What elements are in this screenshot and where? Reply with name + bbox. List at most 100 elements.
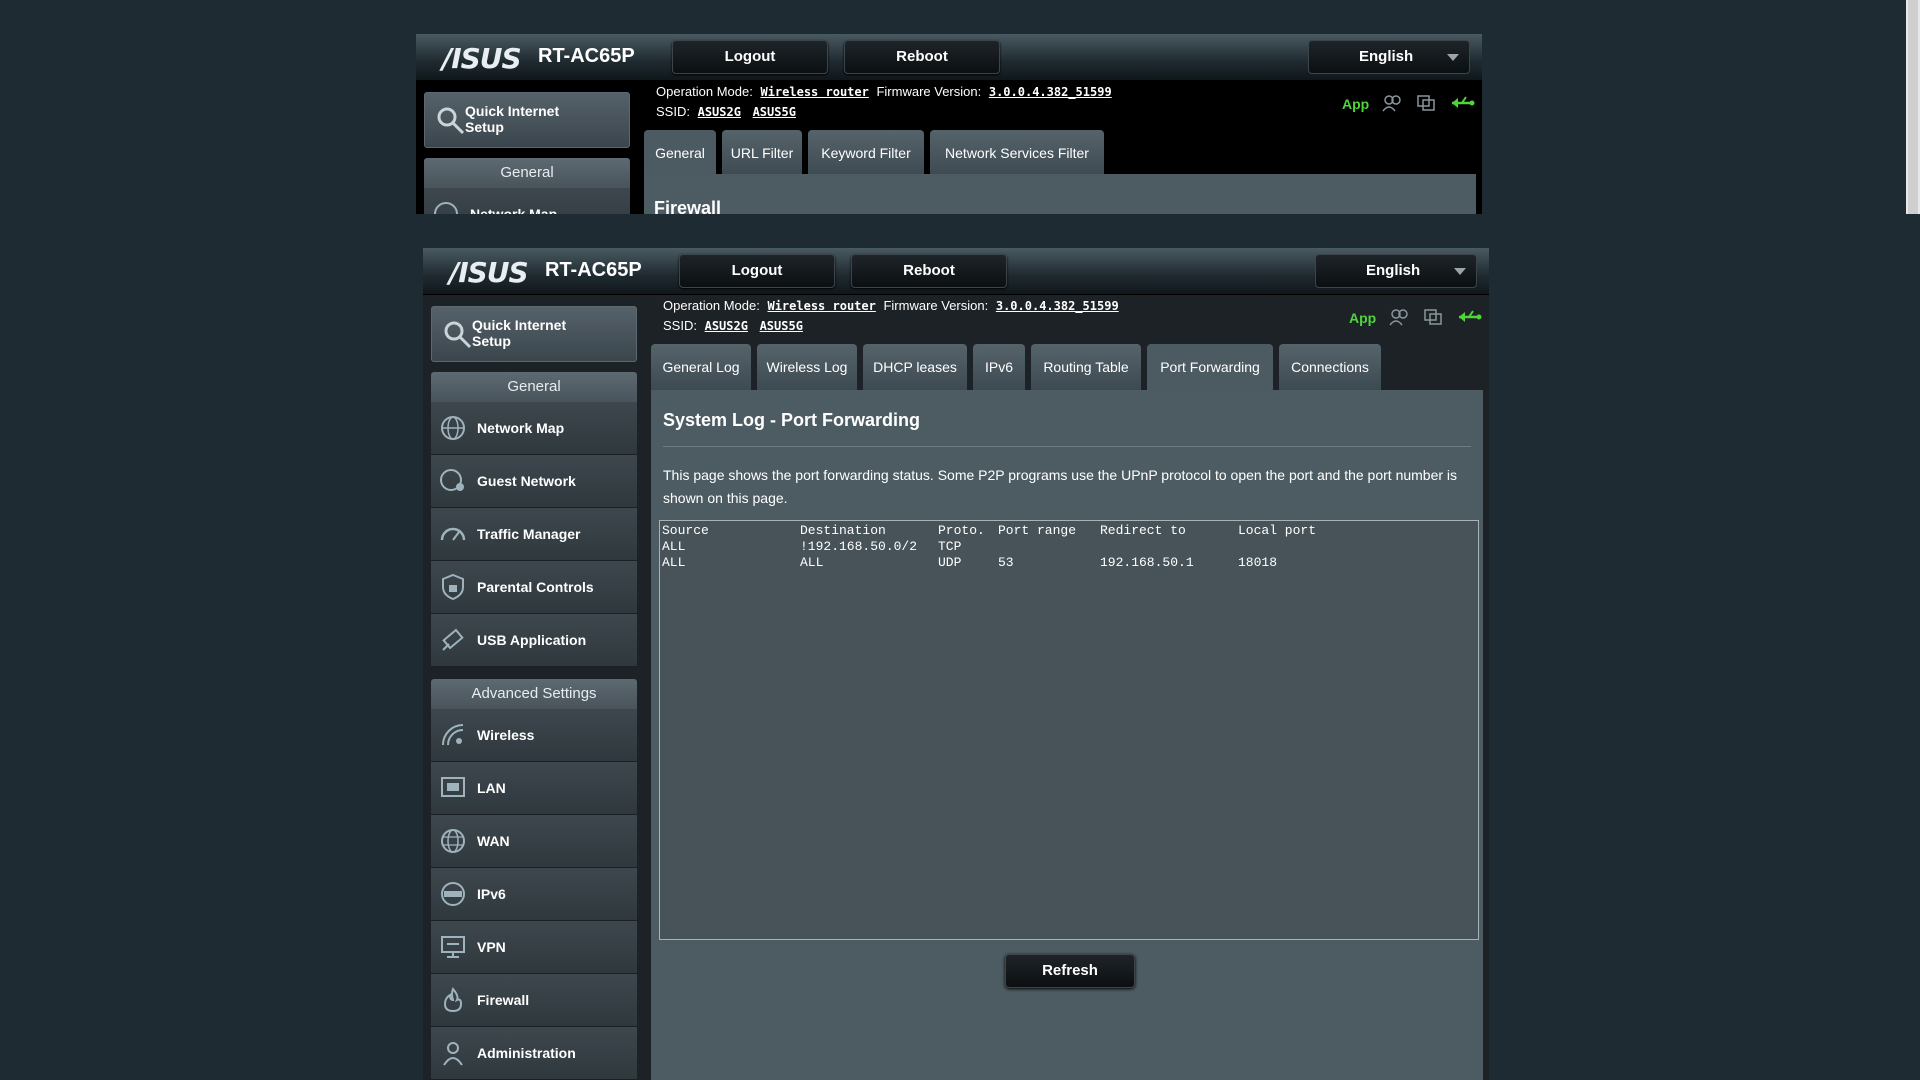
sidebar: Quick Internet Setup General Network Map bbox=[424, 92, 630, 214]
tab-routing-table[interactable]: Routing Table bbox=[1031, 344, 1141, 390]
sidebar-item-guest-network[interactable]: Guest Network bbox=[431, 455, 637, 508]
sidebar: Quick Internet Setup General Network Map… bbox=[431, 306, 637, 1080]
cell-port-range: 53 bbox=[998, 555, 1014, 570]
refresh-button[interactable]: Refresh bbox=[1005, 954, 1135, 988]
firmware-link[interactable]: 3.0.0.4.382_51599 bbox=[996, 299, 1119, 313]
tab-wireless-log[interactable]: Wireless Log bbox=[757, 344, 857, 390]
usb-icon[interactable] bbox=[1457, 308, 1483, 326]
cell-redirect-to: 192.168.50.1 bbox=[1100, 555, 1194, 570]
asus-logo: /ISUS bbox=[449, 256, 529, 289]
fire-icon bbox=[443, 987, 463, 1013]
header-proto: Proto. bbox=[938, 523, 985, 538]
sidebar-item-firewall[interactable]: Firewall bbox=[431, 974, 637, 1027]
wand-icon bbox=[444, 321, 472, 349]
cell-source: ALL bbox=[662, 539, 686, 554]
header-redirect-to: Redirect to bbox=[1100, 523, 1186, 538]
asus-logo: /ISUS bbox=[442, 42, 522, 75]
language-select[interactable]: English bbox=[1315, 254, 1477, 288]
operation-mode-link[interactable]: Wireless router bbox=[760, 85, 868, 99]
guest-globe-icon bbox=[440, 469, 464, 491]
tab-dhcp-leases[interactable]: DHCP leases bbox=[863, 344, 967, 390]
sidebar-item-traffic-manager[interactable]: Traffic Manager bbox=[431, 508, 637, 561]
model-name: RT-AC65P bbox=[545, 259, 642, 281]
ssid-info: SSID: ASUS2G ASUS5G bbox=[663, 318, 807, 333]
firewall-title: Firewall bbox=[654, 198, 722, 214]
reboot-button[interactable]: Reboot bbox=[851, 254, 1007, 288]
usb-icon[interactable] bbox=[1450, 94, 1476, 112]
copy-icon[interactable] bbox=[1416, 94, 1436, 112]
usb-drive-icon bbox=[442, 628, 464, 651]
ssid-label: SSID: bbox=[663, 318, 697, 333]
ssid-2g-link[interactable]: ASUS2G bbox=[705, 319, 748, 333]
logout-button[interactable]: Logout bbox=[672, 40, 828, 74]
operation-mode-link[interactable]: Wireless router bbox=[767, 299, 875, 313]
top-header-bar: /ISUS RT-AC65P Logout Reboot English bbox=[416, 34, 1482, 81]
quick-setup-label: Quick Internet Setup bbox=[465, 103, 560, 135]
app-link[interactable]: App bbox=[1349, 310, 1376, 326]
sidebar-item-administration[interactable]: Administration bbox=[431, 1027, 637, 1080]
copy-icon[interactable] bbox=[1423, 308, 1443, 326]
general-group-title: General bbox=[431, 372, 637, 402]
sidebar-item-label: Network Map bbox=[470, 206, 558, 214]
sidebar-item-ipv6[interactable]: IPv6 bbox=[431, 868, 637, 921]
tab-network-services-filter[interactable]: Network Services Filter bbox=[930, 130, 1104, 176]
lan-icon bbox=[441, 777, 465, 797]
operation-info: Operation Mode: Wireless router Firmware… bbox=[663, 298, 1123, 313]
cell-local-port: 18018 bbox=[1238, 555, 1278, 570]
sidebar-item-lan[interactable]: LAN bbox=[431, 762, 637, 815]
cell-source: ALL bbox=[662, 555, 686, 570]
reboot-button[interactable]: Reboot bbox=[844, 40, 1000, 74]
log-row: ALL ALL UDP 53 192.168.50.1 18018 bbox=[662, 555, 1277, 571]
header-local-port: Local port bbox=[1238, 523, 1317, 538]
ssid-2g-link[interactable]: ASUS2G bbox=[698, 105, 741, 119]
language-select[interactable]: English bbox=[1308, 40, 1470, 74]
header-source: Source bbox=[662, 523, 709, 538]
sidebar-item-label: Guest Network bbox=[477, 473, 576, 489]
firmware-link[interactable]: 3.0.0.4.382_51599 bbox=[989, 85, 1112, 99]
clients-icon[interactable] bbox=[1389, 308, 1409, 326]
ssid-label: SSID: bbox=[656, 104, 690, 119]
sidebar-item-wireless[interactable]: Wireless bbox=[431, 709, 637, 762]
port-forwarding-log-textarea[interactable]: Source Destination Proto. Port range Red… bbox=[659, 520, 1479, 940]
tab-connections[interactable]: Connections bbox=[1279, 344, 1381, 390]
page-scrollbar[interactable] bbox=[1906, 0, 1920, 214]
sidebar-item-label: Firewall bbox=[477, 992, 530, 1008]
sidebar-item-network-map[interactable]: Network Map bbox=[424, 188, 630, 214]
sidebar-item-usb-application[interactable]: USB Application bbox=[431, 614, 637, 667]
operation-mode-label: Operation Mode: bbox=[656, 84, 753, 99]
cell-proto: TCP bbox=[938, 539, 962, 554]
chevron-down-icon bbox=[1447, 54, 1459, 61]
tab-general[interactable]: General bbox=[644, 130, 716, 176]
tab-general-log[interactable]: General Log bbox=[651, 344, 751, 390]
header-destination: Destination bbox=[800, 523, 886, 538]
sidebar-item-wan[interactable]: WAN bbox=[431, 815, 637, 868]
clients-icon[interactable] bbox=[1382, 94, 1402, 112]
logout-button[interactable]: Logout bbox=[679, 254, 835, 288]
router-admin-panel: /ISUS RT-AC65P Logout Reboot English Ope… bbox=[423, 248, 1489, 1080]
sidebar-item-network-map[interactable]: Network Map bbox=[431, 402, 637, 455]
tab-port-forwarding[interactable]: Port Forwarding bbox=[1147, 344, 1273, 390]
quick-internet-setup-button[interactable]: Quick Internet Setup bbox=[431, 306, 637, 362]
tab-ipv6[interactable]: IPv6 bbox=[973, 344, 1025, 390]
sidebar-item-label: Network Map bbox=[477, 420, 565, 436]
sidebar-item-label: WAN bbox=[477, 833, 510, 849]
log-row: ALL !192.168.50.0/2 TCP bbox=[662, 539, 961, 555]
ipv6-icon bbox=[441, 882, 465, 906]
sidebar-item-label: IPv6 bbox=[477, 886, 506, 902]
tab-url-filter[interactable]: URL Filter bbox=[722, 130, 802, 176]
general-group-title: General bbox=[424, 158, 630, 188]
ssid-5g-link[interactable]: ASUS5G bbox=[760, 319, 803, 333]
sidebar-item-parental-controls[interactable]: Parental Controls bbox=[431, 561, 637, 614]
sidebar-item-label: Traffic Manager bbox=[477, 526, 581, 542]
page-description: This page shows the port forwarding stat… bbox=[663, 467, 1458, 506]
main-content: System Log - Port Forwarding This page s… bbox=[651, 390, 1483, 1080]
gauge-icon bbox=[440, 527, 466, 541]
sidebar-item-vpn[interactable]: VPN bbox=[431, 921, 637, 974]
quick-internet-setup-button[interactable]: Quick Internet Setup bbox=[424, 92, 630, 148]
scrollbar-thumb[interactable] bbox=[1908, 0, 1918, 214]
sidebar-item-label: LAN bbox=[477, 780, 506, 796]
tab-keyword-filter[interactable]: Keyword Filter bbox=[808, 130, 924, 176]
previous-page-panel: /ISUS RT-AC65P Logout Reboot English Qui… bbox=[416, 34, 1482, 214]
app-link[interactable]: App bbox=[1342, 96, 1369, 112]
ssid-5g-link[interactable]: ASUS5G bbox=[753, 105, 796, 119]
